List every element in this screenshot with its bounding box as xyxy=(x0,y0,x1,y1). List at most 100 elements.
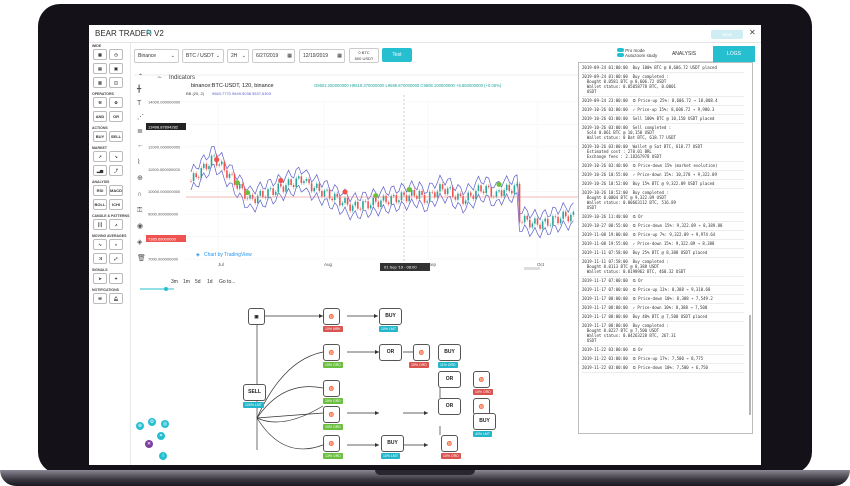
rsi-button[interactable]: RSI xyxy=(93,185,107,196)
email-icon[interactable]: ✉ xyxy=(93,293,107,304)
trade-marker[interactable] xyxy=(214,157,220,163)
tab-analysis[interactable]: ANALYSIS xyxy=(655,46,713,62)
buy-action-button[interactable]: BUY xyxy=(93,131,107,142)
flow-condition-node[interactable]: ♉ xyxy=(323,344,340,361)
block-icon[interactable]: ◫ xyxy=(109,77,123,88)
exchange-select[interactable]: Binance ⌄ xyxy=(134,49,179,63)
autozoom-toggle[interactable]: Autozoom study xyxy=(617,53,657,58)
magnet-icon[interactable]: ∩ xyxy=(137,191,142,198)
flow-or-node[interactable]: OR xyxy=(379,344,402,361)
block-icon[interactable]: ▥ xyxy=(93,77,107,88)
candle-body xyxy=(436,191,439,198)
end-date-input[interactable]: 12/19/2019 ▦ xyxy=(299,49,345,63)
flow-start-node[interactable]: ▣ xyxy=(248,308,265,325)
trade-marker[interactable] xyxy=(342,189,348,195)
and-operator-button[interactable]: AND xyxy=(93,111,107,122)
candle-body xyxy=(511,190,513,194)
flow-or-node[interactable]: OR xyxy=(438,398,461,415)
trade-marker[interactable] xyxy=(496,181,502,187)
back-arrow-icon[interactable]: ← xyxy=(137,142,144,149)
save-button[interactable]: Save xyxy=(711,30,743,39)
block-icon[interactable]: ▤ xyxy=(93,63,107,74)
tradingview-chart[interactable]: ⌃ Indicators ∼ binance:BTC-USDT, 120, bi… xyxy=(134,67,581,299)
interval-select[interactable]: 2H ⌄ xyxy=(227,49,249,63)
edit-icon[interactable]: ✎ xyxy=(146,28,153,37)
flow-condition-node[interactable]: ♉ xyxy=(323,380,340,397)
ema-icon[interactable]: ≈ xyxy=(109,239,123,250)
text-tool-icon[interactable]: T xyxy=(137,100,142,107)
test-button[interactable]: Test xyxy=(382,48,412,62)
volume-icon[interactable]: ▂▅ xyxy=(93,165,107,176)
pair-select[interactable]: BTC / USDT ⌄ xyxy=(182,49,224,63)
toggle-switch[interactable] xyxy=(617,53,624,57)
eye-icon[interactable]: ◉ xyxy=(137,223,143,230)
trade-marker[interactable] xyxy=(234,180,240,186)
flow-buy-node[interactable]: BUY xyxy=(379,308,402,325)
indicators-icon[interactable]: ∼ xyxy=(157,75,162,81)
ma-icon[interactable]: ∿ xyxy=(93,239,107,250)
flow-condition-node[interactable]: ♉ xyxy=(323,308,340,325)
indicators-button[interactable]: Indicators xyxy=(169,75,195,81)
zoom-icon[interactable]: ⊕ xyxy=(137,175,143,182)
trend-icon[interactable]: ⤴ xyxy=(109,165,123,176)
trade-marker[interactable] xyxy=(373,193,379,199)
trade-marker[interactable] xyxy=(406,187,412,193)
info-icon[interactable]: i xyxy=(159,452,167,460)
price-up-icon[interactable]: ↗ xyxy=(93,151,107,162)
candle-body xyxy=(364,201,367,202)
add-node-button[interactable]: ⊕ xyxy=(136,422,144,430)
flow-condition-node[interactable]: ♉ xyxy=(323,435,340,452)
condition-icon[interactable]: ⚒ xyxy=(93,97,107,108)
flow-condition-node[interactable]: ♉ xyxy=(323,406,340,423)
crosshair-tool-icon[interactable]: ╋ xyxy=(136,84,142,93)
trade-marker[interactable] xyxy=(244,189,251,196)
layers-icon[interactable]: ◈ xyxy=(137,239,143,246)
lock-icon[interactable]: ⚿ xyxy=(137,207,143,214)
target-icon[interactable]: ◎ xyxy=(161,420,169,428)
close-icon[interactable]: ✕ xyxy=(749,28,756,37)
twitter-icon[interactable]: ✦ xyxy=(109,273,123,284)
telegram-icon[interactable]: ➤ xyxy=(93,273,107,284)
toggle-switch[interactable] xyxy=(617,48,624,52)
flow-condition-node[interactable]: ♉ xyxy=(413,344,430,361)
link-icon[interactable]: ⚭ xyxy=(157,432,165,440)
logs-scrollbar[interactable] xyxy=(749,315,751,415)
macd-button[interactable]: MACD xyxy=(109,185,123,196)
fib-tool-icon[interactable]: ≣ xyxy=(137,126,143,135)
block-icon[interactable]: ▦ xyxy=(93,49,107,60)
flow-or-node[interactable]: OR xyxy=(438,371,461,388)
delete-node-button[interactable]: ✕ xyxy=(145,440,153,448)
block-icon[interactable]: ▣ xyxy=(109,63,123,74)
condition-icon[interactable]: ⚙ xyxy=(109,97,123,108)
settings-icon[interactable]: ⚙ xyxy=(148,418,156,426)
sell-action-button[interactable]: SELL xyxy=(109,131,123,142)
candle-body xyxy=(359,208,362,210)
pattern-icon[interactable]: ⩘ xyxy=(109,219,123,230)
price-down-icon[interactable]: ↘ xyxy=(109,151,123,162)
flow-condition-node[interactable]: ♉ xyxy=(473,371,490,388)
candle-icon[interactable]: ┃┃ xyxy=(93,219,107,230)
ichi-button[interactable]: ICHI xyxy=(109,199,123,210)
flow-condition-node[interactable]: ♉ xyxy=(441,435,458,452)
ma-trend-icon[interactable]: ⤢ xyxy=(109,253,123,264)
ruler-icon[interactable]: ⌇ xyxy=(137,158,140,166)
candle-body xyxy=(208,166,210,170)
trash-icon[interactable]: 🗑︎ xyxy=(137,253,146,262)
flow-buy-node[interactable]: BUY xyxy=(438,344,461,361)
flow-buy-node[interactable]: BUY xyxy=(473,413,496,430)
clock-icon[interactable]: ◷ xyxy=(109,49,123,60)
candle-body xyxy=(341,202,344,206)
flow-sell-node[interactable]: SELL xyxy=(243,384,266,401)
pattern-tool-icon[interactable]: ⋰ xyxy=(137,114,144,121)
candle-body xyxy=(192,173,195,181)
tab-logs[interactable]: LOGS xyxy=(713,46,755,62)
flow-buy-node[interactable]: BUY xyxy=(381,435,404,452)
bell-icon[interactable]: 🔔︎ xyxy=(109,293,123,304)
trade-marker[interactable] xyxy=(278,177,284,184)
start-date-input[interactable]: 6/27/2019 ▦ xyxy=(252,49,295,63)
candle-body xyxy=(467,192,469,201)
or-operator-button[interactable]: OR xyxy=(109,111,123,122)
chevron-icon[interactable]: ⌃ xyxy=(138,73,143,80)
boll-button[interactable]: BOLL xyxy=(93,199,107,210)
ma-cross-icon[interactable]: ⤨ xyxy=(93,253,107,264)
